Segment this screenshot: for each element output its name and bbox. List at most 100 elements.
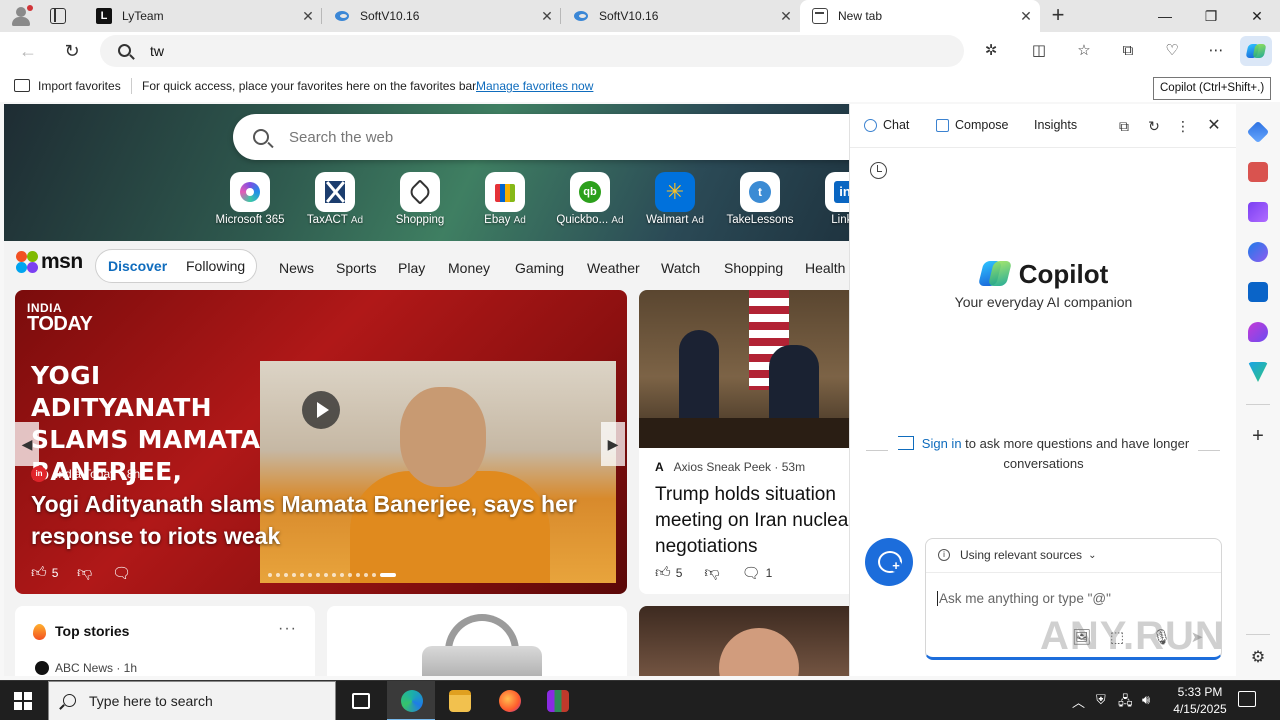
like-button[interactable]: 👍︎ 5	[31, 564, 58, 582]
tab-new-tab[interactable]: New tab ✕	[800, 0, 1040, 32]
new-tab-button[interactable]: +	[1046, 4, 1070, 28]
category-play[interactable]: Play	[398, 260, 425, 276]
play-video-icon[interactable]	[302, 391, 340, 429]
category-watch[interactable]: Watch	[661, 260, 700, 276]
comment-icon[interactable]: 🗨︎	[742, 564, 761, 582]
tab-softv-1[interactable]: SoftV10.16 ✕	[322, 0, 561, 32]
taskbar-search-placeholder[interactable]: Type here to search	[89, 693, 213, 709]
outlook-icon[interactable]	[1248, 282, 1268, 302]
taskbar-firefox[interactable]	[485, 681, 533, 720]
collections-icon[interactable]: ⧉	[1118, 41, 1138, 61]
article-title[interactable]: Yogi Adityanath slams Mamata Banerjee, s…	[31, 488, 611, 552]
top-stories-title[interactable]: Top stories	[55, 623, 129, 639]
tab-following[interactable]: Following	[186, 258, 245, 274]
web-search-box[interactable]: Search the web	[233, 114, 849, 160]
quick-link-walmart[interactable]: ✳ Walmart Ad	[635, 172, 715, 232]
show-hidden-icons-icon[interactable]: ︿	[1072, 692, 1085, 711]
carousel-prev-button[interactable]: ◀	[15, 422, 39, 466]
taskbar-winrar[interactable]	[533, 681, 581, 720]
import-favorites-icon[interactable]	[14, 79, 30, 92]
address-input[interactable]: tw	[150, 43, 164, 59]
quick-link-ebay[interactable]: Ebay Ad	[465, 172, 545, 232]
news-card-axios[interactable]: A Axios Sneak Peek · 53m Trump holds sit…	[639, 290, 849, 594]
import-favorites-button[interactable]: Import favorites	[38, 79, 121, 93]
more-options-icon[interactable]: ···	[278, 620, 297, 638]
close-pane-icon[interactable]: ✕	[1204, 116, 1224, 136]
close-tab-icon[interactable]: ✕	[533, 8, 561, 25]
close-tab-icon[interactable]: ✕	[294, 8, 322, 25]
sources-dropdown[interactable]: i Using relevant sources ⌄	[938, 548, 1096, 562]
category-health[interactable]: Health	[805, 260, 845, 276]
quick-link-takelessons[interactable]: t TakeLessons	[720, 172, 800, 232]
category-weather[interactable]: Weather	[587, 260, 640, 276]
msn-logo[interactable]: msn	[16, 250, 83, 274]
carousel-next-button[interactable]: ▶	[601, 422, 625, 466]
new-topic-button[interactable]	[865, 538, 913, 586]
copilot-tab-insights[interactable]: Insights	[1034, 118, 1077, 132]
category-gaming[interactable]: Gaming	[515, 260, 564, 276]
system-clock[interactable]: 5:33 PM 4/15/2025	[1160, 684, 1240, 718]
history-icon[interactable]	[870, 162, 887, 179]
back-arrow-icon[interactable]: ←	[16, 39, 40, 63]
split-screen-icon[interactable]: ◫	[1029, 41, 1049, 61]
add-sidebar-app-icon[interactable]: +	[1248, 426, 1268, 446]
task-view-button[interactable]	[337, 681, 385, 720]
restore-button[interactable]: ❐	[1188, 0, 1234, 32]
signin-link[interactable]: Sign in	[922, 436, 962, 451]
tab-discover[interactable]: Discover	[108, 258, 167, 274]
dislike-button[interactable]: 👎︎	[77, 564, 92, 582]
chat-input[interactable]: Ask me anything or type "@"	[937, 591, 1111, 606]
close-window-button[interactable]: ✕	[1234, 0, 1280, 32]
send-tab-icon[interactable]	[1248, 362, 1268, 382]
quick-link-quickbooks[interactable]: qb Quickbo... Ad	[550, 172, 630, 232]
copilot-tab-chat[interactable]: Chat	[864, 118, 909, 132]
tools-briefcase-icon[interactable]	[1248, 162, 1268, 182]
browser-essentials-icon[interactable]: ♡	[1162, 41, 1182, 61]
quick-link-shopping[interactable]: Shopping	[380, 172, 460, 232]
address-bar[interactable]: tw	[100, 35, 964, 67]
featured-news-card[interactable]: INDIA TODAY YOGI ADITYANATH SLAMS MAMATA…	[15, 290, 627, 594]
profile-avatar-icon[interactable]	[8, 4, 34, 28]
tab-actions-icon[interactable]	[50, 8, 66, 24]
designer-icon[interactable]	[1248, 322, 1268, 342]
security-icon[interactable]: ⛨	[1096, 692, 1106, 708]
sidebar-settings-icon[interactable]: ⚙	[1248, 648, 1268, 668]
search-sidebar-icon[interactable]	[1246, 120, 1270, 144]
quick-link-microsoft365[interactable]: Microsoft 365	[210, 172, 290, 232]
more-options-icon[interactable]: ⋮	[1173, 116, 1193, 136]
taskbar-search[interactable]: Type here to search	[48, 681, 336, 720]
games-icon[interactable]	[1248, 202, 1268, 222]
taskbar-file-explorer[interactable]	[435, 681, 483, 720]
network-icon[interactable]: 🖧︎	[1118, 692, 1133, 714]
quick-link-taxact[interactable]: TaxACT Ad	[295, 172, 375, 232]
tab-lyteam[interactable]: L LyTeam ✕	[84, 0, 322, 32]
shopping-card[interactable]	[327, 606, 627, 676]
extensions-puzzle-icon[interactable]: ✲	[981, 41, 1001, 61]
close-tab-icon[interactable]: ✕	[772, 8, 800, 25]
category-shopping[interactable]: Shopping	[724, 260, 783, 276]
manage-favorites-link[interactable]: Manage favorites now	[476, 79, 593, 93]
minimize-button[interactable]: —	[1142, 0, 1188, 32]
news-card-portrait[interactable]	[639, 606, 849, 676]
open-in-new-tab-icon[interactable]: ⧉	[1114, 116, 1134, 136]
comment-button[interactable]: 🗨︎	[112, 564, 131, 582]
taskbar-edge[interactable]	[387, 681, 435, 720]
category-sports[interactable]: Sports	[336, 260, 376, 276]
quick-link-linkedin[interactable]: in Linke	[805, 172, 849, 232]
volume-icon[interactable]: 🔊︎	[1142, 692, 1150, 708]
article-title[interactable]: Trump holds situation meeting on Iran nu…	[655, 482, 849, 560]
carousel-indicator[interactable]	[268, 573, 396, 577]
copilot-tab-compose[interactable]: Compose	[936, 118, 1009, 132]
thumbs-up-icon[interactable]: 👍︎	[655, 564, 671, 582]
notification-center-icon[interactable]	[1238, 691, 1256, 707]
copilot-button[interactable]	[1240, 36, 1272, 66]
windows-start-icon[interactable]	[14, 692, 32, 710]
more-menu-icon[interactable]: ⋯	[1206, 41, 1226, 61]
category-news[interactable]: News	[279, 260, 314, 276]
web-search-placeholder[interactable]: Search the web	[289, 129, 393, 146]
close-tab-icon[interactable]: ✕	[1012, 8, 1040, 25]
microsoft365-icon[interactable]	[1248, 242, 1268, 262]
refresh-icon[interactable]: ↻	[60, 39, 84, 63]
favorites-star-icon[interactable]: ☆	[1074, 41, 1094, 61]
tab-softv-2[interactable]: SoftV10.16 ✕	[561, 0, 800, 32]
